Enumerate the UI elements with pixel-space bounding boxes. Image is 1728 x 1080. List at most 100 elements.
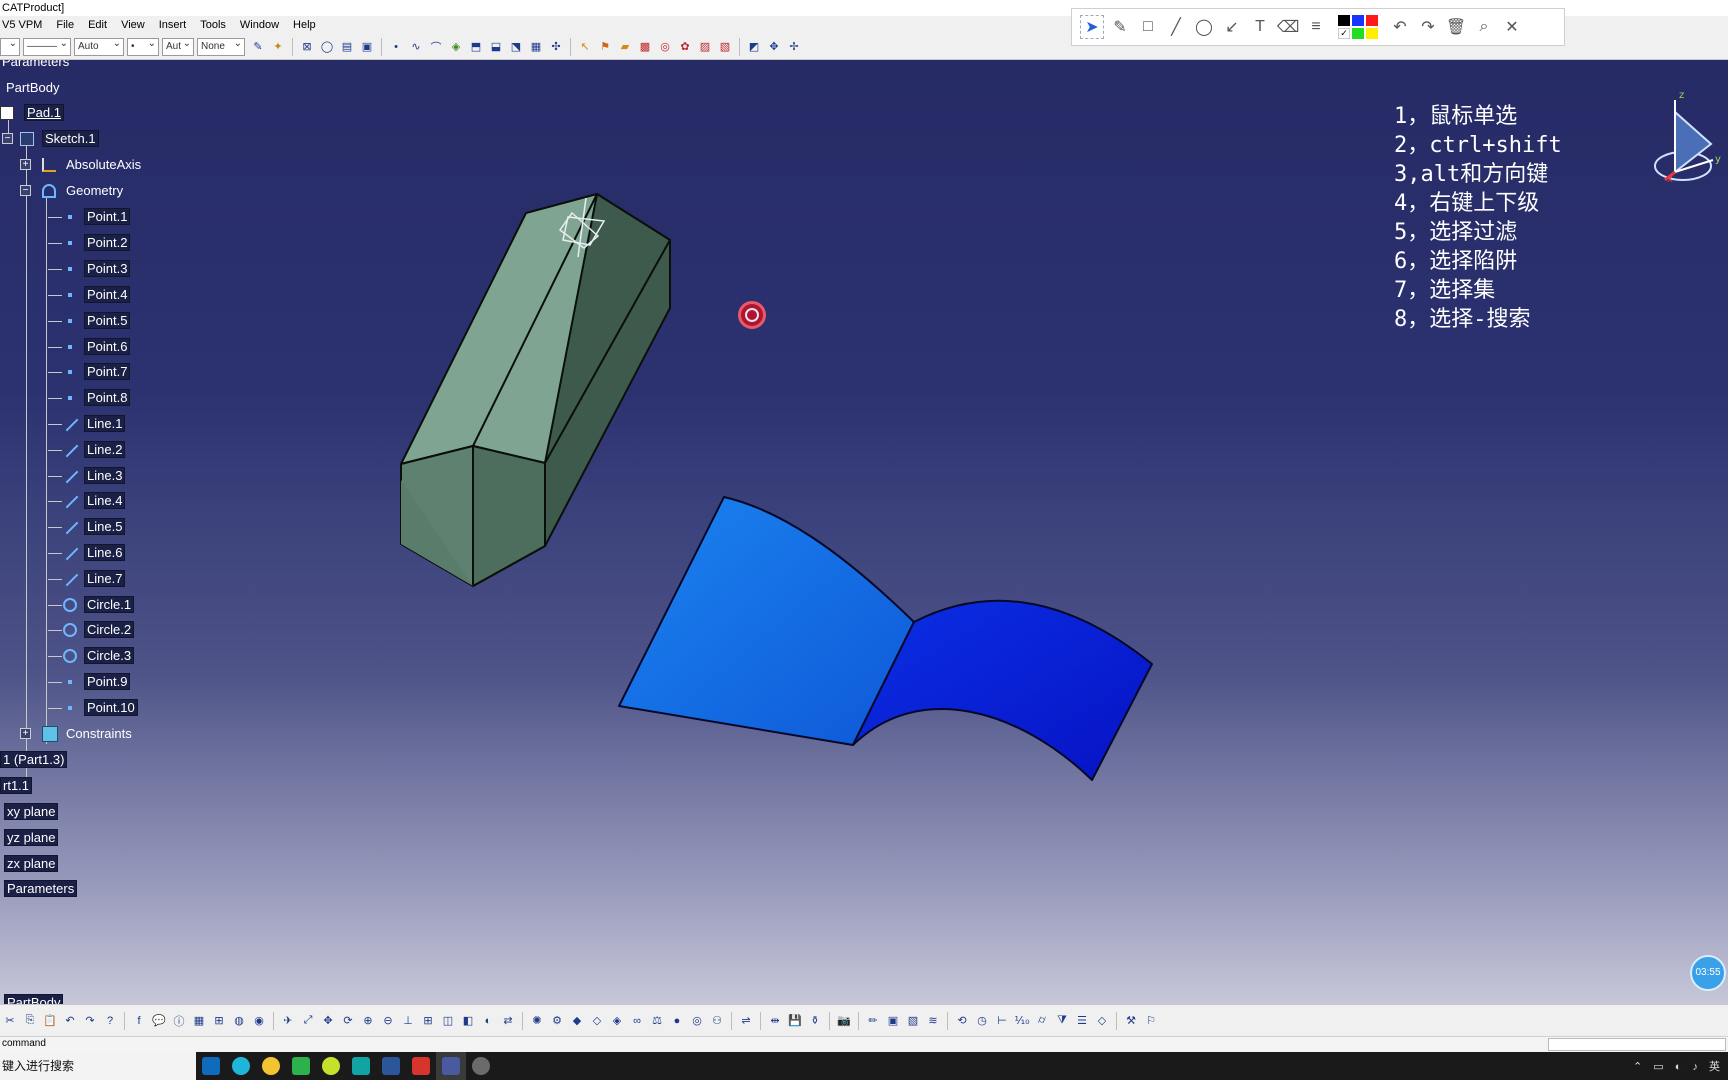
options-icon[interactable]: ⚐ — [1143, 1013, 1159, 1029]
link-icon[interactable]: ∞ — [629, 1013, 645, 1029]
filter-icon[interactable]: ⧩ — [1054, 1013, 1070, 1029]
cylinder-icon[interactable]: ⌭ — [1034, 1013, 1050, 1029]
zoom-icon[interactable]: ⌕ — [1472, 15, 1496, 39]
lasso-select-icon[interactable]: ◎ — [657, 39, 673, 55]
comment-icon[interactable]: 💬 — [151, 1013, 167, 1029]
camera-icon[interactable]: 📷 — [836, 1013, 852, 1029]
system-tray[interactable]: ⌃ ▭ ◐ ♪ 英 — [1633, 1058, 1724, 1074]
map-icon[interactable]: ▣ — [885, 1013, 901, 1029]
gear-icon[interactable]: ⚙ — [549, 1013, 565, 1029]
tree-geometry-item[interactable]: Point.8 — [48, 389, 131, 407]
taskbar-edge[interactable] — [226, 1052, 256, 1080]
tree-geometry-item[interactable]: Point.4 — [48, 286, 131, 304]
ellipse-icon[interactable]: ◯ — [1192, 15, 1216, 39]
scan-icon[interactable]: ⇌ — [738, 1013, 754, 1029]
swatch-black[interactable] — [1338, 15, 1350, 26]
taskbar-word[interactable] — [376, 1052, 406, 1080]
cut-icon[interactable]: ✂ — [2, 1013, 18, 1029]
help-icon[interactable]: ✢ — [786, 39, 802, 55]
menu-help[interactable]: Help — [287, 16, 324, 34]
taskbar-settings[interactable] — [466, 1052, 496, 1080]
render-icon[interactable]: ◎ — [689, 1013, 705, 1029]
shading-icon[interactable]: ◧ — [460, 1013, 476, 1029]
split-icon[interactable]: ⇹ — [767, 1013, 783, 1029]
macro-icon[interactable]: ⚒ — [1123, 1013, 1139, 1029]
taskbar-search[interactable]: 键入进行搜索 — [0, 1052, 196, 1080]
3d-compass[interactable]: z y x — [1645, 82, 1725, 192]
redo-icon[interactable]: ↷ — [1416, 15, 1440, 39]
undo-icon[interactable]: ↶ — [62, 1013, 78, 1029]
list-icon[interactable]: ☰ — [1074, 1013, 1090, 1029]
measure-icon[interactable]: ⚖ — [649, 1013, 665, 1029]
formula-icon[interactable]: f — [131, 1013, 147, 1029]
tree-geometry-item[interactable]: Point.6 — [48, 338, 131, 356]
analysis-icon[interactable]: ✺ — [529, 1013, 545, 1029]
tree-geometry-item[interactable]: Line.1 — [48, 415, 126, 433]
tree-geometry-item[interactable]: Line.4 — [48, 492, 126, 510]
tree-geometry-item[interactable]: Line.6 — [48, 544, 126, 562]
refresh-icon[interactable]: ⟲ — [954, 1013, 970, 1029]
surface-tool-icon[interactable]: ◆ — [569, 1013, 585, 1029]
multi-view-icon[interactable]: ⊞ — [420, 1013, 436, 1029]
whats-this-icon[interactable]: ? — [102, 1013, 118, 1029]
texture-icon[interactable]: ▧ — [905, 1013, 921, 1029]
tree-geometry-item[interactable]: Line.2 — [48, 441, 126, 459]
folder-open-icon[interactable]: ▰ — [617, 39, 633, 55]
3d-viewport[interactable]: Parameters PartBody Pad.1 − Sketch.1 + A… — [0, 60, 1728, 1004]
menu-tools[interactable]: Tools — [194, 16, 234, 34]
blend-icon[interactable]: ◇ — [589, 1013, 605, 1029]
tree-parameters-top[interactable]: Parameters — [0, 60, 71, 71]
line-tool-icon[interactable]: ╱ — [1164, 15, 1188, 39]
surface-icon[interactable]: ◈ — [448, 39, 464, 55]
expand-icon[interactable]: + — [20, 728, 31, 739]
plane-icon[interactable]: ◇ — [1094, 1013, 1110, 1029]
arrow-icon[interactable]: ↙ — [1220, 15, 1244, 39]
tree-geometry-item[interactable]: Point.10 — [48, 699, 138, 717]
fit-all-icon[interactable]: ⤢ — [300, 1013, 316, 1029]
menu-view[interactable]: View — [115, 16, 153, 34]
scale-icon[interactable]: ⅒ — [1014, 1013, 1030, 1029]
point-style-combo[interactable]: • — [127, 36, 159, 56]
point-icon[interactable]: • — [388, 39, 404, 55]
collapse-icon[interactable]: − — [2, 133, 13, 144]
thickness-combo[interactable]: Auto — [74, 36, 124, 56]
brush-icon[interactable]: ✦ — [270, 39, 286, 55]
taskbar-wechat[interactable] — [286, 1052, 316, 1080]
bottle-icon[interactable]: ⚱ — [807, 1013, 823, 1029]
trap-select-icon[interactable]: ▩ — [637, 39, 653, 55]
tree-absolute-axis[interactable]: + AbsoluteAxis — [20, 156, 143, 174]
fill-icon[interactable]: ◈ — [609, 1013, 625, 1029]
paste-icon[interactable]: 📋 — [42, 1013, 58, 1029]
zoom-in-icon[interactable]: ⊕ — [360, 1013, 376, 1029]
tree-icon[interactable]: ⊞ — [211, 1013, 227, 1029]
menu-window[interactable]: Window — [234, 16, 287, 34]
tree-sketch[interactable]: − Sketch.1 — [2, 130, 99, 148]
recording-timer[interactable]: 03:55 — [1690, 955, 1726, 991]
menu-insert[interactable]: Insert — [153, 16, 195, 34]
curve-icon[interactable]: ⌒ — [428, 39, 444, 55]
tree-geometry-item[interactable]: Point.5 — [48, 312, 131, 330]
tree-xy-plane[interactable]: xy plane — [4, 803, 59, 821]
undo-icon[interactable]: ↶ — [1388, 15, 1412, 39]
tree-pad[interactable]: Pad.1 — [0, 104, 64, 122]
taskbar-app-yellow[interactable] — [256, 1052, 286, 1080]
sweep-icon[interactable]: ⬔ — [508, 39, 524, 55]
catalog-icon[interactable]: ◍ — [231, 1013, 247, 1029]
tree-part-instance[interactable]: 1 (Part1.3) — [0, 751, 68, 769]
fly-icon[interactable]: ✈ — [280, 1013, 296, 1029]
clock-icon[interactable]: ◷ — [974, 1013, 990, 1029]
swatch-red[interactable] — [1366, 15, 1378, 26]
tree-geometry-item[interactable]: Circle.2 — [48, 621, 135, 639]
copy-icon[interactable]: ⎘ — [22, 1013, 38, 1029]
material-icon[interactable]: ◉ — [251, 1013, 267, 1029]
expand-icon[interactable]: + — [20, 159, 31, 170]
extrude-icon[interactable]: ⬒ — [468, 39, 484, 55]
pan-icon[interactable]: ✥ — [320, 1013, 336, 1029]
paint-select-icon[interactable]: ✿ — [677, 39, 693, 55]
tree-geometry-item[interactable]: Point.2 — [48, 234, 131, 252]
close-icon[interactable]: ✕ — [1500, 15, 1524, 39]
filter-combo[interactable]: None — [197, 36, 245, 56]
catalog-icon[interactable]: ◩ — [746, 39, 762, 55]
tree-parameters-bottom[interactable]: Parameters — [4, 880, 78, 898]
tree-geometry-item[interactable]: Point.3 — [48, 260, 131, 278]
